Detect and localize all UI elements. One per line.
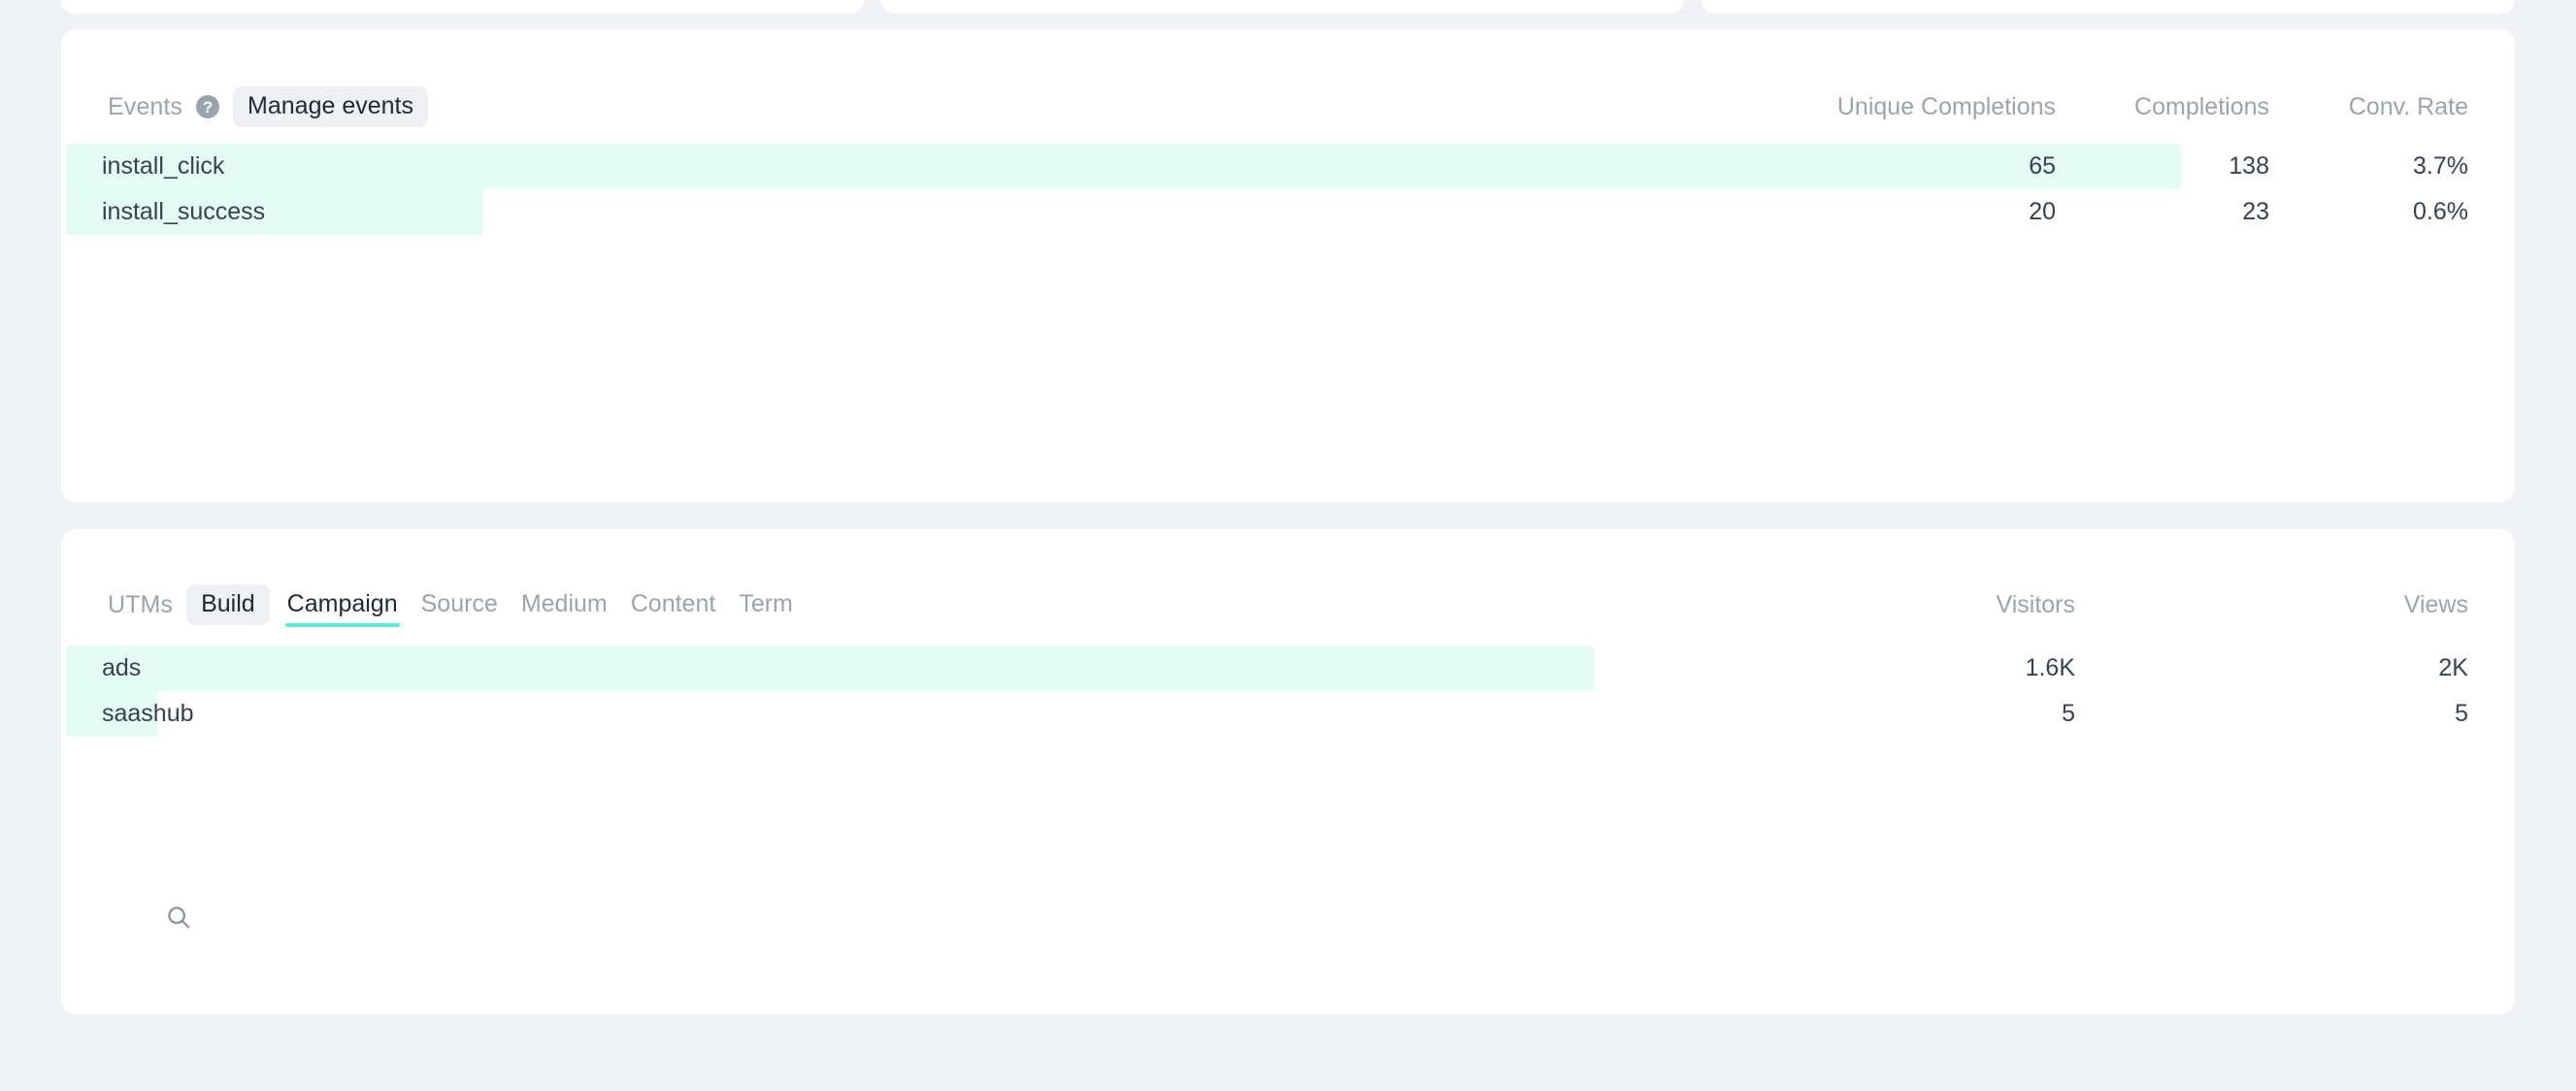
- events-header-left: Events ? Manage events: [108, 86, 1648, 127]
- completions-value: 23: [2242, 198, 2269, 225]
- table-row[interactable]: ads 1.6K 2K: [61, 645, 2515, 691]
- utms-card: UTMs Build Campaign Source Medium Conten…: [61, 529, 2515, 1014]
- partial-card-2: [881, 0, 1684, 14]
- completions-value: 138: [2229, 152, 2269, 180]
- column-header-conv-rate[interactable]: Conv. Rate: [2269, 93, 2468, 121]
- events-rows: install_click 65 138 3.7% install_succes…: [61, 144, 2515, 235]
- table-row[interactable]: saashub 5 5: [61, 691, 2515, 737]
- visitors-value: 1.6K: [2025, 654, 2075, 681]
- search-icon[interactable]: [164, 903, 197, 936]
- table-row[interactable]: install_click 65 138 3.7%: [61, 144, 2515, 189]
- build-button[interactable]: Build: [186, 584, 270, 625]
- partial-card-3: [1701, 0, 2515, 14]
- column-header-visitors[interactable]: Visitors: [1638, 591, 2075, 619]
- question-mark-circle-icon[interactable]: ?: [196, 95, 220, 118]
- events-card: Events ? Manage events Unique Completion…: [61, 29, 2515, 502]
- events-label: Events: [108, 92, 183, 120]
- tab-campaign[interactable]: Campaign: [283, 583, 402, 627]
- conv-rate-value: 0.6%: [2413, 198, 2468, 225]
- column-header-unique-completions[interactable]: Unique Completions: [1648, 93, 2056, 121]
- unique-completions-value: 20: [2029, 198, 2056, 225]
- column-header-views[interactable]: Views: [2075, 591, 2468, 619]
- visitors-value: 5: [2062, 700, 2075, 727]
- event-name: install_success: [102, 198, 266, 225]
- manage-events-button[interactable]: Manage events: [233, 86, 428, 127]
- analytics-page: Events ? Manage events Unique Completion…: [0, 0, 2576, 1091]
- utm-name: ads: [102, 654, 142, 681]
- utms-header: UTMs Build Campaign Source Medium Conten…: [61, 583, 2515, 627]
- utms-column-headers: Visitors Views: [1638, 591, 2468, 619]
- tab-medium[interactable]: Medium: [517, 583, 611, 627]
- utm-tabs: Campaign Source Medium Content Term: [283, 583, 797, 627]
- table-row[interactable]: install_success 20 23 0.6%: [61, 189, 2515, 235]
- events-column-headers: Unique Completions Completions Conv. Rat…: [1648, 93, 2468, 121]
- views-value: 2K: [2438, 654, 2468, 681]
- partial-cards-strip: [0, 0, 2576, 14]
- utms-rows: ads 1.6K 2K saashub 5 5: [61, 645, 2515, 737]
- utms-header-left: UTMs Build Campaign Source Medium Conten…: [108, 583, 1638, 627]
- unique-completions-value: 65: [2029, 152, 2056, 180]
- utm-name: saashub: [102, 700, 194, 727]
- tab-term[interactable]: Term: [735, 583, 797, 627]
- event-name: install_click: [102, 152, 225, 180]
- column-header-completions[interactable]: Completions: [2056, 93, 2269, 121]
- partial-card-1: [61, 0, 864, 14]
- tab-content[interactable]: Content: [627, 583, 720, 627]
- utms-label: UTMs: [108, 590, 174, 618]
- views-value: 5: [2455, 700, 2468, 727]
- tab-source[interactable]: Source: [417, 583, 502, 627]
- events-header: Events ? Manage events Unique Completion…: [61, 86, 2515, 127]
- conv-rate-value: 3.7%: [2413, 152, 2468, 180]
